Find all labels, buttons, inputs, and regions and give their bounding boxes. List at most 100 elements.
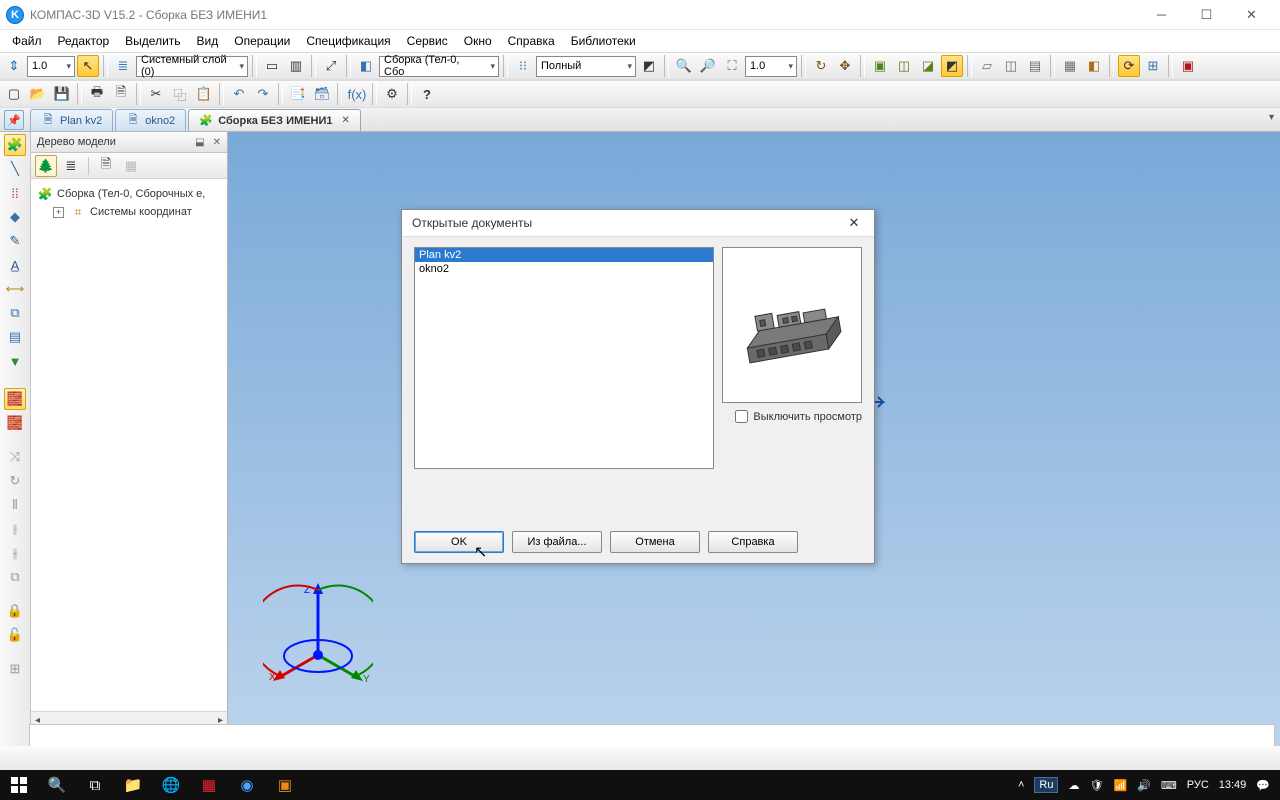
tree-item-coord[interactable]: + ⌗ Системы координат <box>35 203 223 221</box>
save-icon[interactable]: 💾 <box>51 83 73 105</box>
wire-icon[interactable]: ▣ <box>869 55 891 77</box>
zoom-in-icon[interactable]: 🔍 <box>673 55 695 77</box>
lt-edit-assembly-icon[interactable]: 🧩 <box>4 134 26 156</box>
explorer-icon[interactable]: 📁 <box>114 770 152 800</box>
lt-sheet-icon[interactable]: ▤ <box>4 326 26 348</box>
measure-icon[interactable]: ⚙ <box>381 83 403 105</box>
lt-mate4-icon[interactable]: ⧉ <box>4 566 26 588</box>
tb-cube-icon[interactable]: ◧ <box>355 55 377 77</box>
search-icon[interactable]: 🔍 <box>38 770 76 800</box>
network-icon[interactable]: 📶 <box>1113 779 1127 792</box>
libs-icon[interactable]: 🗃 <box>311 83 333 105</box>
onedrive-icon[interactable]: ☁ <box>1068 779 1079 792</box>
lt-array-icon[interactable]: ⊞ <box>4 658 26 680</box>
checkbox-input[interactable] <box>735 410 748 423</box>
new-icon[interactable]: ▢ <box>3 83 25 105</box>
menu-view[interactable]: Вид <box>189 32 227 50</box>
menu-libraries[interactable]: Библиотеки <box>563 32 644 50</box>
zoom-combo[interactable]: 1.0 <box>745 56 797 77</box>
tray-chevron-icon[interactable]: ˄ <box>1018 779 1024 791</box>
layers-icon[interactable]: ≣ <box>112 55 134 77</box>
maximize-button[interactable]: ☐ <box>1184 0 1229 29</box>
lt-rotate-icon[interactable]: ↻ <box>4 470 26 492</box>
vars-icon[interactable]: f(x) <box>346 83 368 105</box>
pan-icon[interactable]: ✥ <box>834 55 856 77</box>
tb-last-icon[interactable]: ▣ <box>1177 55 1199 77</box>
clip-icon[interactable]: ▤ <box>1024 55 1046 77</box>
copy-icon[interactable]: ⿻ <box>169 83 191 105</box>
persp-icon[interactable]: ▱ <box>976 55 998 77</box>
menu-spec[interactable]: Спецификация <box>298 32 398 50</box>
tb-doc1-icon[interactable]: ▭ <box>261 55 283 77</box>
pt-list-icon[interactable]: ≣ <box>60 155 82 177</box>
preview-icon[interactable]: 🗎 <box>110 83 132 105</box>
tb-filter-icon[interactable]: ⁝⁝ <box>512 55 534 77</box>
props-icon[interactable]: 📑 <box>287 83 309 105</box>
menu-operations[interactable]: Операции <box>226 32 298 50</box>
tree-root[interactable]: 🧩 Сборка (Тел-0, Сборочных е, <box>35 185 223 203</box>
step-combo[interactable]: 1.0 <box>27 56 75 77</box>
cursor-tool-button[interactable]: ↖ <box>77 55 99 77</box>
lt-add-local-icon[interactable]: 🧱 <box>4 412 26 434</box>
app2-icon[interactable]: ▣ <box>266 770 304 800</box>
expand-icon[interactable]: + <box>53 207 64 218</box>
lt-line-icon[interactable]: ╲ <box>4 158 26 180</box>
kompas-task-icon[interactable]: ◉ <box>228 770 266 800</box>
print-icon[interactable]: 🖶 <box>86 83 108 105</box>
lt-lock2-icon[interactable]: 🔓 <box>4 624 26 646</box>
pt-filter-icon[interactable]: ▦ <box>120 155 142 177</box>
hidden-icon[interactable]: ◫ <box>893 55 915 77</box>
tb-align-icon[interactable]: ⤢ <box>320 55 342 77</box>
assembly-combo[interactable]: Сборка (Тел-0, Сбо <box>379 56 499 77</box>
close-button[interactable]: ✕ <box>1229 0 1274 29</box>
menu-select[interactable]: Выделить <box>117 32 188 50</box>
model-tree[interactable]: 🧩 Сборка (Тел-0, Сборочных е, + ⌗ Систем… <box>31 179 227 711</box>
lt-surf-icon[interactable]: ◆ <box>4 206 26 228</box>
lt-dots-icon[interactable]: ⁞⁞ <box>4 182 26 204</box>
section-icon[interactable]: ◫ <box>1000 55 1022 77</box>
help-icon[interactable]: ? <box>416 83 438 105</box>
lang-indicator[interactable]: Ru <box>1034 777 1058 793</box>
zoom-out-icon[interactable]: 🔎 <box>697 55 719 77</box>
pt-tree-icon[interactable]: 🌲 <box>35 155 57 177</box>
paste-icon[interactable]: 📋 <box>193 83 215 105</box>
open-icon[interactable]: 📂 <box>27 83 49 105</box>
menu-file[interactable]: Файл <box>4 32 50 50</box>
list-item[interactable]: okno2 <box>415 262 713 276</box>
menu-help[interactable]: Справка <box>500 32 563 50</box>
lt-pencil-icon[interactable]: ✎ <box>4 230 26 252</box>
app1-icon[interactable]: ▦ <box>190 770 228 800</box>
start-button[interactable] <box>0 770 38 800</box>
volume-icon[interactable]: 🔊 <box>1137 779 1151 792</box>
redo-icon[interactable]: ↷ <box>252 83 274 105</box>
lt-mate1-icon[interactable]: ⫴ <box>4 494 26 516</box>
documents-list[interactable]: Plan kv2 okno2 <box>414 247 714 469</box>
tb-render-opt-icon[interactable]: ◩ <box>638 55 660 77</box>
lang2-indicator[interactable]: РУС <box>1187 779 1209 791</box>
close-tab-icon[interactable]: ✕ <box>341 115 349 126</box>
zoom-fit-icon[interactable]: ⛶ <box>721 55 743 77</box>
chrome-icon[interactable]: 🌐 <box>152 770 190 800</box>
menu-service[interactable]: Сервис <box>399 32 456 50</box>
taskview-icon[interactable]: ⧉ <box>76 770 114 800</box>
tree-icon[interactable]: ⊞ <box>1142 55 1164 77</box>
step-icon[interactable]: ⇕ <box>3 55 25 77</box>
render-combo[interactable]: Полный <box>536 56 636 77</box>
rebuild-icon[interactable]: ⟳ <box>1118 55 1140 77</box>
lt-note-icon[interactable]: A̲ <box>4 254 26 276</box>
panel-close-icon[interactable]: ✕ <box>213 137 221 148</box>
list-item[interactable]: Plan kv2 <box>415 248 713 262</box>
help-button[interactable]: Справка <box>708 531 798 553</box>
tab-assembly-unnamed[interactable]: 🧩 Сборка БЕЗ ИМЕНИ1 ✕ <box>188 109 361 131</box>
ok-button[interactable]: OK <box>414 531 504 553</box>
lt-const-icon[interactable]: ⧉ <box>4 302 26 324</box>
defender-icon[interactable]: 🛡 <box>1089 779 1103 792</box>
menu-editor[interactable]: Редактор <box>50 32 118 50</box>
layer-combo[interactable]: Системный слой (0) <box>136 56 248 77</box>
tab-okno2[interactable]: 🗎 okno2 <box>115 109 186 131</box>
panel-pin-icon[interactable]: ⬓ <box>195 137 204 148</box>
shade-icon[interactable]: ◪ <box>917 55 939 77</box>
lt-move-icon[interactable]: ⤨ <box>4 446 26 468</box>
lt-dim-icon[interactable]: ⟷ <box>4 278 26 300</box>
lt-lock-icon[interactable]: 🔒 <box>4 600 26 622</box>
